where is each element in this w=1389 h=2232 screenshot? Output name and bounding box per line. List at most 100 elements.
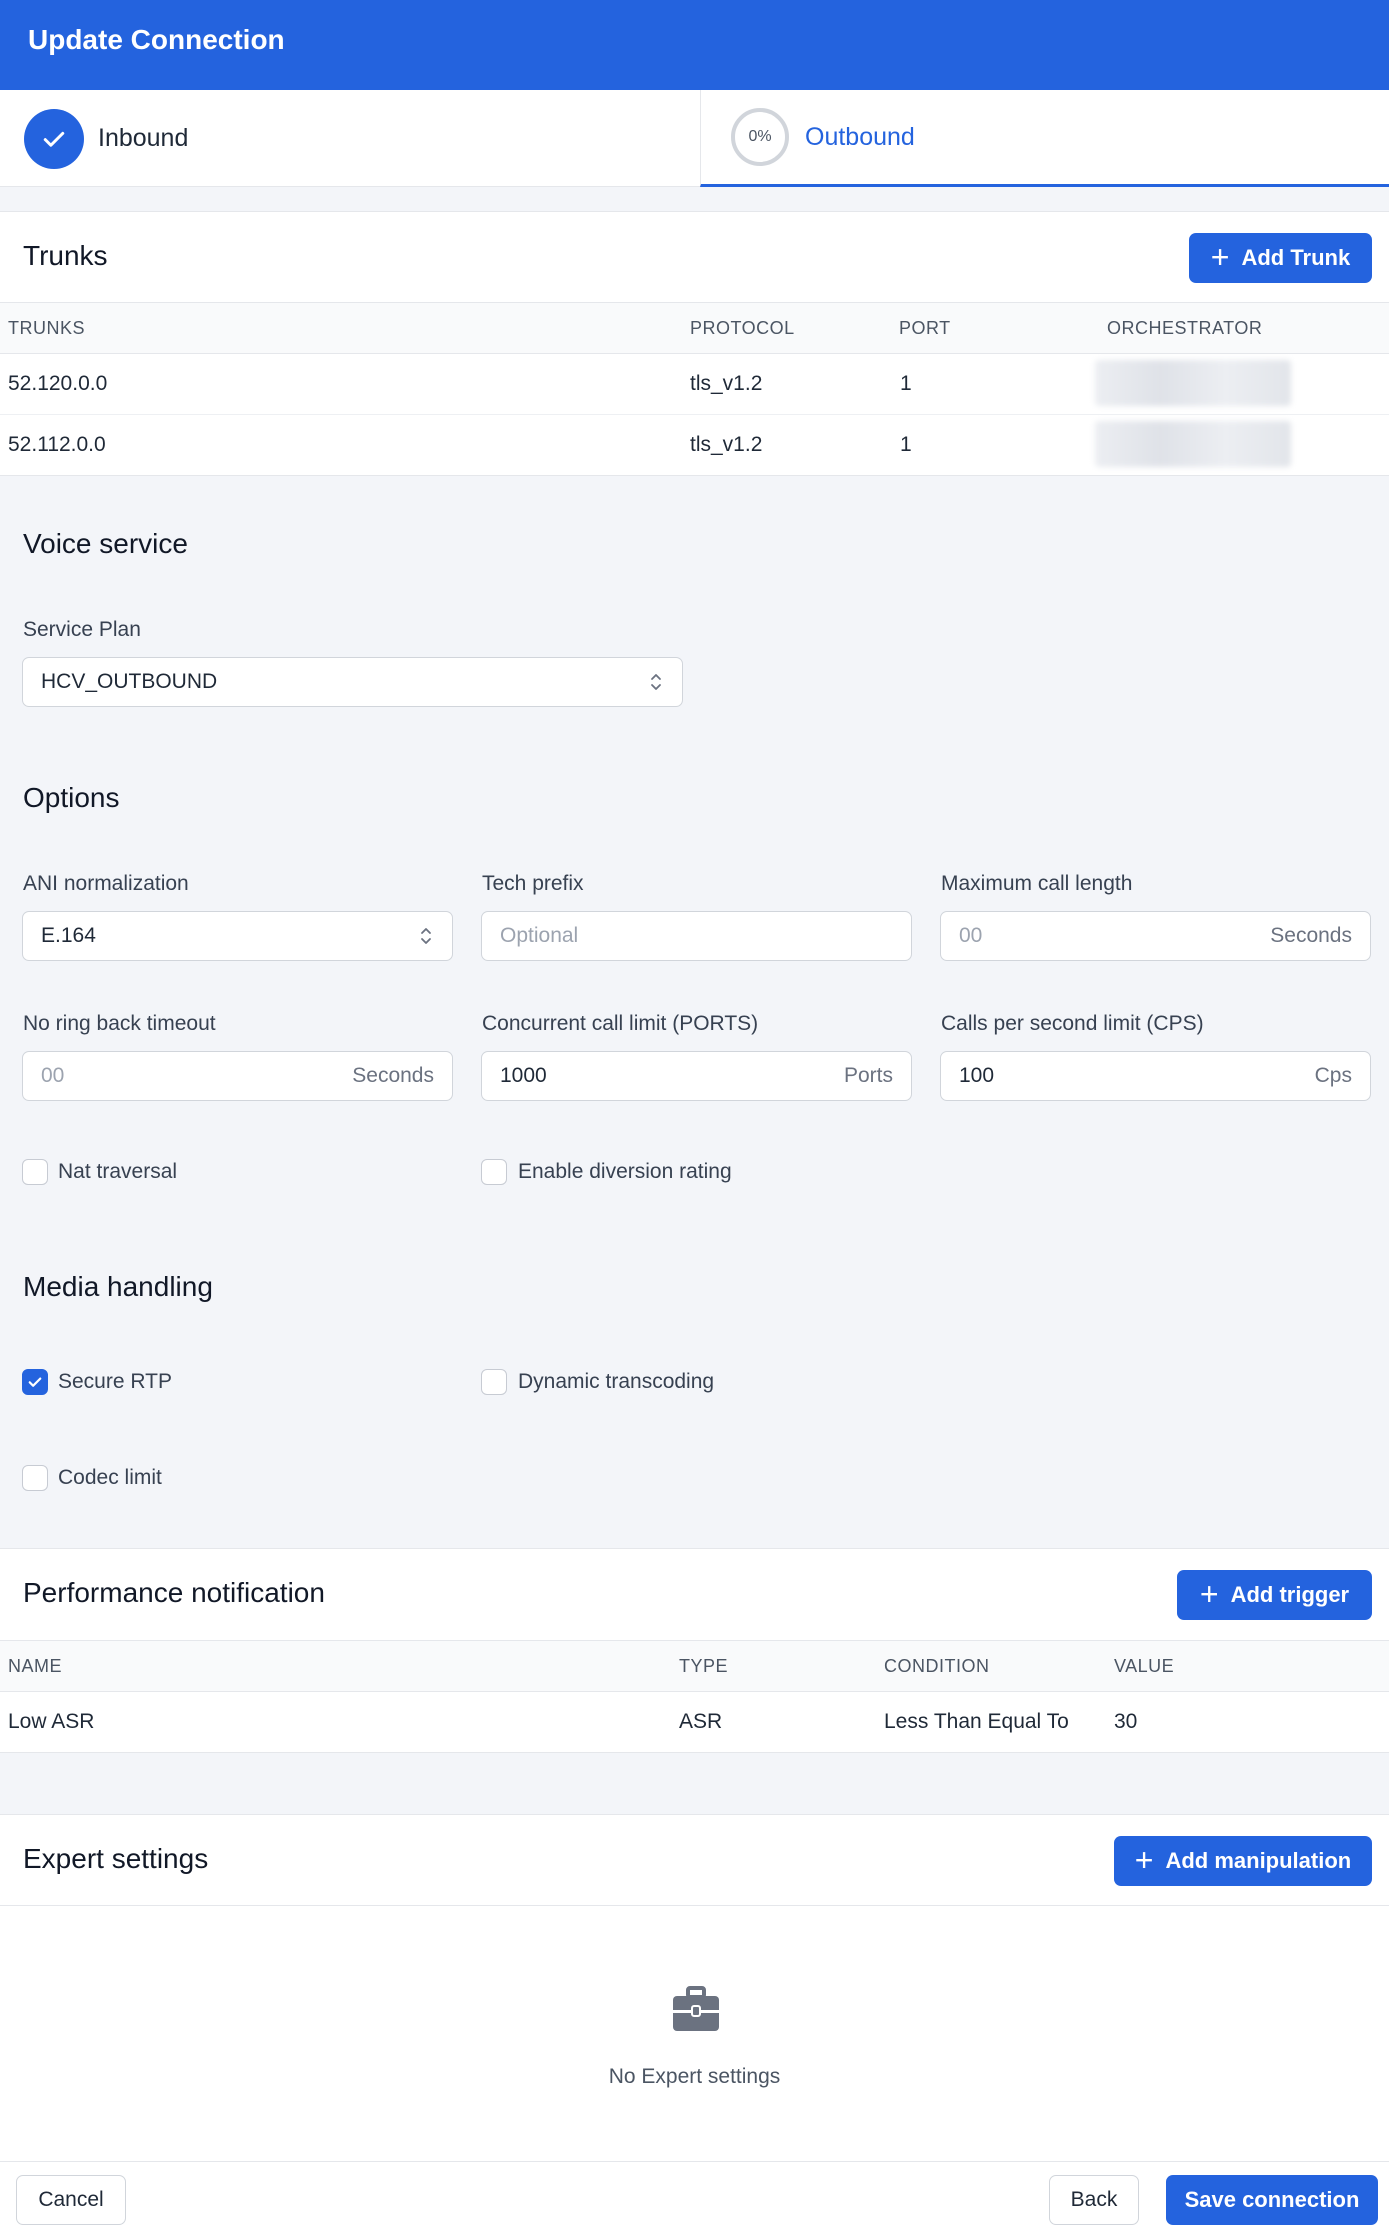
divider xyxy=(0,1905,1389,1906)
cps-value: 100 xyxy=(959,1064,995,1087)
tech-prefix-label: Tech prefix xyxy=(482,872,584,895)
tech-prefix-placeholder: Optional xyxy=(500,924,579,947)
add-trigger-label: Add trigger xyxy=(1230,1582,1350,1607)
step-outbound[interactable]: 0% Outbound xyxy=(700,90,1389,187)
concurrent-label: Concurrent call limit (PORTS) xyxy=(482,1012,759,1035)
progress-ring-icon: 0% xyxy=(731,108,789,166)
concurrent-value: 1000 xyxy=(500,1064,547,1087)
cancel-label: Cancel xyxy=(38,2188,104,2211)
expert-settings-title: Expert settings xyxy=(23,1843,209,1874)
max-call-input[interactable]: 00 Seconds xyxy=(940,911,1371,961)
cps-label: Calls per second limit (CPS) xyxy=(941,1012,1204,1035)
concurrent-suffix: Ports xyxy=(843,1064,893,1087)
plus-icon: + xyxy=(1199,1575,1219,1612)
page-title: Update Connection xyxy=(28,24,285,55)
dynamic-transcoding-checkbox[interactable] xyxy=(481,1369,507,1395)
col-orchestrator: ORCHESTRATOR xyxy=(1107,318,1263,338)
plus-icon: + xyxy=(1134,1841,1154,1878)
save-connection-button[interactable]: Save connection xyxy=(1166,2175,1378,2225)
col-protocol: PROTOCOL xyxy=(690,318,795,338)
trunk-port: 1 xyxy=(900,433,912,456)
trigger-type: ASR xyxy=(679,1710,723,1733)
performance-table-header: NAME TYPE CONDITION VALUE xyxy=(0,1640,1389,1692)
ani-value: E.164 xyxy=(41,924,96,947)
add-trunk-label: Add Trunk xyxy=(1241,245,1351,270)
col-name: NAME xyxy=(8,1656,63,1676)
codec-limit-label: Codec limit xyxy=(58,1466,162,1489)
voice-service-title: Voice service xyxy=(23,528,188,559)
col-trunks: TRUNKS xyxy=(8,318,86,338)
step-outbound-progress: 0% xyxy=(748,128,772,145)
secure-rtp-label: Secure RTP xyxy=(58,1370,172,1393)
trigger-condition: Less Than Equal To xyxy=(884,1710,1069,1733)
max-call-suffix: Seconds xyxy=(1270,924,1352,947)
add-trunk-button[interactable]: + Add Trunk xyxy=(1189,233,1372,283)
step-inbound[interactable]: Inbound xyxy=(24,90,188,187)
options-title: Options xyxy=(23,782,120,813)
empty-state-text: No Expert settings xyxy=(608,2065,781,2088)
table-row[interactable]: 52.112.0.0 tls_v1.2 1 xyxy=(0,415,1389,475)
max-call-placeholder: 00 xyxy=(959,924,983,947)
trunk-protocol: tls_v1.2 xyxy=(690,372,763,395)
add-trigger-button[interactable]: + Add trigger xyxy=(1177,1570,1372,1620)
nat-traversal-checkbox[interactable] xyxy=(22,1159,48,1185)
col-port: PORT xyxy=(899,318,951,338)
table-row[interactable]: Low ASR ASR Less Than Equal To 30 xyxy=(0,1692,1389,1752)
add-manipulation-button[interactable]: + Add manipulation xyxy=(1114,1836,1372,1886)
tech-prefix-input[interactable]: Optional xyxy=(481,911,912,961)
trigger-name: Low ASR xyxy=(8,1710,95,1733)
table-row[interactable]: 52.120.0.0 tls_v1.2 1 xyxy=(0,354,1389,415)
add-manipulation-label: Add manipulation xyxy=(1165,1848,1352,1873)
check-icon xyxy=(24,108,84,169)
back-button[interactable]: Back xyxy=(1049,2175,1139,2225)
codec-limit-checkbox[interactable] xyxy=(22,1465,48,1491)
trunk-ip: 52.112.0.0 xyxy=(8,433,106,456)
nat-traversal-label: Nat traversal xyxy=(58,1160,178,1183)
cps-suffix: Cps xyxy=(1314,1064,1352,1087)
trunks-title: Trunks xyxy=(23,240,108,271)
cancel-button[interactable]: Cancel xyxy=(16,2175,126,2225)
chevron-updown-icon xyxy=(421,928,431,944)
trigger-value: 30 xyxy=(1114,1710,1138,1733)
check-icon xyxy=(28,1377,42,1387)
plus-icon: + xyxy=(1210,238,1230,275)
service-plan-select[interactable]: HCV_OUTBOUND xyxy=(22,657,683,707)
trunk-ip: 52.120.0.0 xyxy=(8,372,108,395)
cps-input[interactable]: 100 Cps xyxy=(940,1051,1371,1101)
col-value: VALUE xyxy=(1114,1656,1175,1676)
trunk-protocol: tls_v1.2 xyxy=(690,433,763,456)
ani-label: ANI normalization xyxy=(23,872,189,895)
no-ring-label: No ring back timeout xyxy=(23,1012,216,1035)
media-handling-title: Media handling xyxy=(23,1271,213,1302)
trunks-card: Trunks + Add Trunk TRUNKS PROTOCOL PORT … xyxy=(0,211,1389,476)
orchestrator-redacted xyxy=(1095,421,1291,467)
dynamic-transcoding-label: Dynamic transcoding xyxy=(518,1370,715,1393)
service-plan-value: HCV_OUTBOUND xyxy=(41,670,218,693)
page-header: Update Connection xyxy=(0,0,1389,90)
max-call-label: Maximum call length xyxy=(941,872,1133,895)
ani-select[interactable]: E.164 xyxy=(22,911,453,961)
step-outbound-label: Outbound xyxy=(805,122,915,151)
performance-card: Performance notification + Add trigger N… xyxy=(0,1548,1389,1753)
col-type: TYPE xyxy=(679,1656,729,1676)
save-connection-label: Save connection xyxy=(1184,2187,1360,2212)
expert-settings-card: Expert settings + Add manipulation No Ex… xyxy=(0,1814,1389,2162)
stepper: Inbound 0% Outbound xyxy=(0,90,1389,187)
trunk-port: 1 xyxy=(900,372,912,395)
trunks-table-header: TRUNKS PROTOCOL PORT ORCHESTRATOR xyxy=(0,302,1389,354)
orchestrator-redacted xyxy=(1095,360,1291,406)
diversion-rating-label: Enable diversion rating xyxy=(518,1160,732,1183)
service-plan-label: Service Plan xyxy=(23,618,141,641)
col-condition: CONDITION xyxy=(884,1656,990,1676)
chevron-updown-icon xyxy=(651,674,661,690)
no-ring-input[interactable]: 00 Seconds xyxy=(22,1051,453,1101)
briefcase-icon xyxy=(673,1986,719,2031)
concurrent-input[interactable]: 1000 Ports xyxy=(481,1051,912,1101)
diversion-rating-checkbox[interactable] xyxy=(481,1159,507,1185)
step-inbound-label: Inbound xyxy=(98,124,189,152)
secure-rtp-checkbox[interactable] xyxy=(22,1369,48,1395)
no-ring-placeholder: 00 xyxy=(41,1064,65,1087)
performance-title: Performance notification xyxy=(23,1577,325,1608)
back-label: Back xyxy=(1070,2188,1118,2211)
no-ring-suffix: Seconds xyxy=(352,1064,434,1087)
